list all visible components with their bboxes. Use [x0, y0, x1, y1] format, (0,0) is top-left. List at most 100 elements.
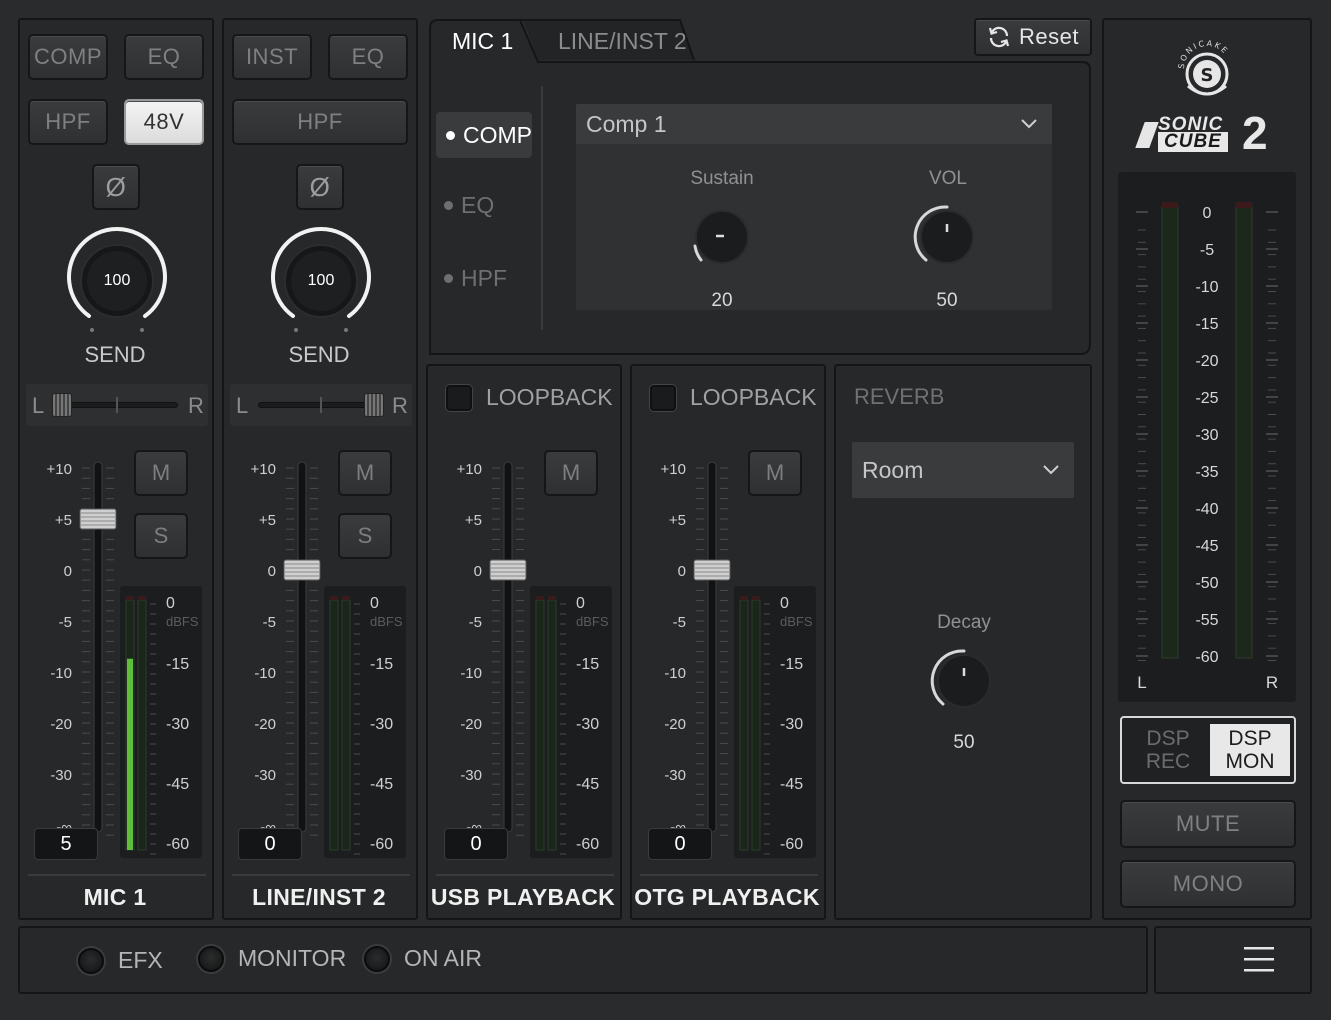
fx-sub-comp[interactable]: COMP [436, 112, 532, 158]
send-knob[interactable]: 100 [266, 226, 376, 336]
reset-button[interactable]: Reset [974, 18, 1092, 56]
loopback-checkbox[interactable] [446, 384, 472, 411]
fader-scale-label: 0 [64, 563, 72, 580]
loopback-toggle[interactable]: LOOPBACK [650, 384, 817, 411]
volume-fader[interactable]: +10+50-5-10-20-30-∞ [642, 438, 742, 838]
fader-value[interactable]: 5 [34, 828, 98, 860]
channel-name: LINE/INST 2 [252, 884, 386, 910]
hamburger-menu-icon[interactable] [1244, 946, 1276, 974]
pan-control[interactable]: L R [230, 384, 412, 426]
meter-scale-label: dBFS [576, 614, 609, 629]
eq-button[interactable]: EQ [124, 34, 204, 80]
fader-value[interactable]: 0 [444, 828, 508, 860]
mute-button[interactable]: M [338, 450, 392, 496]
pan-right-label: R [392, 393, 408, 418]
dsp-rec-option[interactable]: DSP REC [1128, 724, 1208, 776]
send-value: 100 [307, 272, 335, 289]
comp-preset-select[interactable]: Comp 1 [576, 104, 1052, 144]
wordmark-model: 2 [1242, 107, 1268, 159]
send-label: SEND [84, 342, 146, 367]
volume-fader[interactable]: +10+50-5-10-20-30-∞ [28, 438, 128, 838]
channel-name: OTG PLAYBACK [634, 884, 820, 910]
phase-invert-button[interactable]: Ø [92, 164, 140, 210]
mute-button[interactable]: M [748, 450, 802, 496]
chevron-down-icon [1043, 465, 1059, 475]
sustain-knob[interactable] [687, 202, 757, 272]
phase-invert-button[interactable]: Ø [296, 164, 344, 210]
fader-value[interactable]: 0 [238, 828, 302, 860]
master-panel: SONICAKE S SONIC CUBE 2 0 -5 -10 -15 -20 -25 -… [1102, 18, 1312, 920]
master-scale-label: -30 [1195, 427, 1218, 444]
decay-knob[interactable] [929, 646, 999, 716]
pan-control[interactable]: L R [26, 384, 208, 426]
loopback-label: LOOPBACK [690, 384, 817, 410]
master-mute-button[interactable]: MUTE [1120, 800, 1296, 848]
send-label: SEND [288, 342, 350, 367]
mute-button[interactable]: M [134, 450, 188, 496]
wordmark-cube: CUBE [1158, 132, 1228, 152]
pan-thumb[interactable] [364, 393, 384, 417]
solo-button[interactable]: S [338, 513, 392, 559]
master-scale-label: -10 [1195, 279, 1218, 296]
meter-scale-label: -15 [166, 656, 189, 673]
hpf-button[interactable]: HPF [232, 99, 408, 145]
mute-button[interactable]: M [544, 450, 598, 496]
vol-knob[interactable] [912, 202, 982, 272]
fx-editor: MIC 1 LINE/INST 2 Reset COMP EQ HPF Comp… [428, 18, 1092, 356]
decay-value: 50 [953, 732, 975, 753]
channel-strip-mic1: COMP EQ HPF 48V Ø 100 SEND L R +10 +5 0 -5 -… [18, 18, 214, 920]
meter-scale-label: 0 [576, 595, 585, 612]
meter-scale-label: -45 [166, 776, 189, 793]
meter-scale-label: -60 [166, 836, 189, 853]
fader-scale-label: -20 [460, 716, 482, 733]
tab-line-inst2[interactable]: LINE/INST 2 [558, 28, 687, 55]
volume-fader[interactable]: +10+50-5-10-20-30-∞ [438, 438, 538, 838]
fader-scale-label: -5 [263, 614, 276, 631]
meter-scale-label: -45 [576, 776, 599, 793]
send-knob[interactable]: 100 [62, 226, 172, 336]
master-scale-label: -35 [1195, 464, 1218, 481]
meter-scale-label: 0 [780, 595, 789, 612]
fader-scale-label: -5 [59, 614, 72, 631]
fader-thumb[interactable] [283, 559, 321, 581]
pan-thumb[interactable] [52, 393, 72, 417]
meter-scale-label: -45 [370, 776, 393, 793]
fader-scale-label: 0 [474, 563, 482, 580]
volume-fader[interactable]: +10+50-5-10-20-30-∞ [232, 438, 332, 838]
fader-scale-label: -30 [50, 767, 72, 784]
fader-scale-label: -10 [664, 665, 686, 682]
master-mono-button[interactable]: MONO [1120, 860, 1296, 908]
loopback-toggle[interactable]: LOOPBACK [446, 384, 613, 411]
solo-button[interactable]: S [134, 513, 188, 559]
master-left-label: L [1137, 673, 1146, 692]
vol-value: 50 [936, 290, 958, 311]
master-scale-label: -5 [1200, 242, 1214, 259]
fx-sub-hpf[interactable]: HPF [444, 265, 507, 292]
eq-button[interactable]: EQ [328, 34, 408, 80]
loopback-checkbox[interactable] [650, 384, 676, 411]
comp-button[interactable]: COMP [28, 34, 108, 80]
fader-scale-label: -20 [664, 716, 686, 733]
meter-scale-label: -60 [370, 836, 393, 853]
fader-thumb[interactable] [489, 559, 527, 581]
dsp-mon-option[interactable]: DSP MON [1210, 724, 1290, 776]
dsp-toggle[interactable]: DSP REC DSP MON [1120, 716, 1296, 784]
fader-scale-label: +10 [661, 461, 686, 478]
tab-mic1[interactable]: MIC 1 [452, 28, 513, 55]
fader-thumb[interactable] [693, 559, 731, 581]
level-meter: 0 dBFS -15 -30 -45 -60 [530, 586, 612, 858]
fader-scale-label: 0 [678, 563, 686, 580]
channel-strip-usb-playback: LOOPBACK +10+50-5-10-20-30-∞ M 0dBFS-15-… [426, 364, 622, 920]
reverb-preset-select[interactable]: Room [852, 442, 1074, 498]
chevron-down-icon [1021, 119, 1037, 129]
fx-sub-eq[interactable]: EQ [444, 192, 494, 219]
hpf-button[interactable]: HPF [28, 99, 108, 145]
efx-led-icon [78, 947, 104, 974]
status-on-air: ON AIR [364, 945, 482, 972]
fader-thumb[interactable] [79, 508, 117, 530]
inst-button[interactable]: INST [232, 34, 312, 80]
phantom-48v-button[interactable]: 48V [124, 99, 204, 145]
send-value: 100 [103, 272, 131, 289]
fader-value[interactable]: 0 [648, 828, 712, 860]
status-bar: EFX MONITOR ON AIR [18, 926, 1148, 994]
